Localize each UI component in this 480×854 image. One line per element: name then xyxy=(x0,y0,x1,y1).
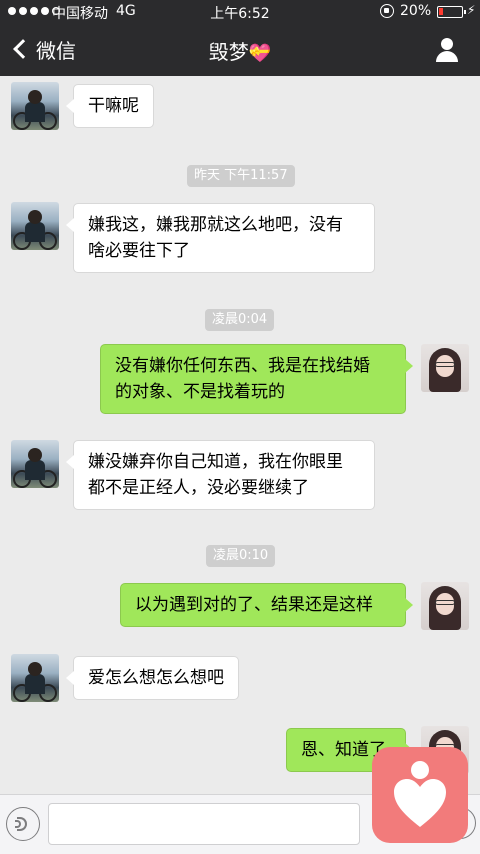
avatar-art xyxy=(435,600,455,605)
my-avatar[interactable] xyxy=(421,582,469,630)
message-text-line: 嫌我这，嫌我那就这么地吧，没有 xyxy=(88,215,343,235)
message-text: 爱怎么想怎么想吧 xyxy=(88,668,224,688)
avatar-art xyxy=(435,362,455,367)
avatar-art xyxy=(25,460,45,480)
message-timestamp: 凌晨0:10 xyxy=(206,545,276,567)
avatar-art xyxy=(28,662,42,676)
header: 中国移动 4G 上午6:52 20% ⚡ 微信 毁梦💝 xyxy=(0,0,480,76)
message-text-line: 的对象、不是找着玩的 xyxy=(115,382,285,402)
page-title: 毁梦💝 xyxy=(0,36,480,65)
message-text: 以为遇到对的了、结果还是这样 xyxy=(135,595,373,615)
heart-badge-icon xyxy=(394,779,446,827)
avatar-art xyxy=(28,448,42,462)
battery-fill xyxy=(439,8,443,15)
nav-bar: 微信 毁梦💝 xyxy=(0,24,480,76)
battery-percent: 20% xyxy=(400,3,432,19)
person-icon-body xyxy=(436,51,458,62)
contact-avatar[interactable] xyxy=(11,82,59,130)
floating-heart-badge[interactable] xyxy=(372,747,468,843)
message-text-line: 嫌没嫌弃你自己知道，我在你眼里 xyxy=(88,452,343,472)
outgoing-message[interactable]: 以为遇到对的了、结果还是这样 xyxy=(120,583,413,627)
incoming-message[interactable]: 爱怎么想怎么想吧 xyxy=(66,656,239,700)
incoming-message[interactable]: 干嘛呢 xyxy=(66,84,154,128)
my-avatar[interactable] xyxy=(421,344,469,392)
avatar-art xyxy=(25,674,45,694)
avatar-art xyxy=(28,210,42,224)
heart-gift-emoji: 💝 xyxy=(248,43,272,64)
avatar-art xyxy=(25,102,45,122)
message-text-line: 没有嫌你任何东西、我是在找结婚 xyxy=(115,356,370,376)
message-text-line: 都不是正经人，没必要继续了 xyxy=(88,478,309,498)
status-bar: 中国移动 4G 上午6:52 20% ⚡ xyxy=(0,0,480,24)
person-icon xyxy=(441,38,453,50)
incoming-message[interactable]: 嫌没嫌弃你自己知道，我在你眼里 都不是正经人，没必要继续了 xyxy=(66,440,375,510)
contact-avatar[interactable] xyxy=(11,202,59,250)
message-timestamp: 凌晨0:04 xyxy=(205,309,275,331)
message-input[interactable] xyxy=(48,803,360,845)
avatar-art xyxy=(25,222,45,242)
message-text-line: 啥必要往下了 xyxy=(88,241,190,261)
contact-avatar[interactable] xyxy=(11,654,59,702)
incoming-message[interactable]: 嫌我这，嫌我那就这么地吧，没有 啥必要往下了 xyxy=(66,203,375,273)
voice-icon-wave xyxy=(17,817,27,831)
battery-icon xyxy=(437,6,466,18)
voice-input-button[interactable] xyxy=(6,807,40,841)
charging-icon: ⚡ xyxy=(467,3,476,17)
contact-avatar[interactable] xyxy=(11,440,59,488)
chat-info-button[interactable] xyxy=(432,36,462,66)
message-text: 干嘛呢 xyxy=(88,96,139,116)
message-list[interactable]: 干嘛呢 昨天 下午11:57 嫌我这，嫌我那就这么地吧，没有 啥必要往下了 凌晨… xyxy=(0,76,480,794)
outgoing-message[interactable]: 没有嫌你任何东西、我是在找结婚 的对象、不是找着玩的 xyxy=(100,344,413,414)
contact-name: 毁梦 xyxy=(208,40,249,64)
rotation-lock-icon xyxy=(380,4,394,18)
message-timestamp: 昨天 下午11:57 xyxy=(187,165,295,187)
avatar-art xyxy=(28,90,42,104)
